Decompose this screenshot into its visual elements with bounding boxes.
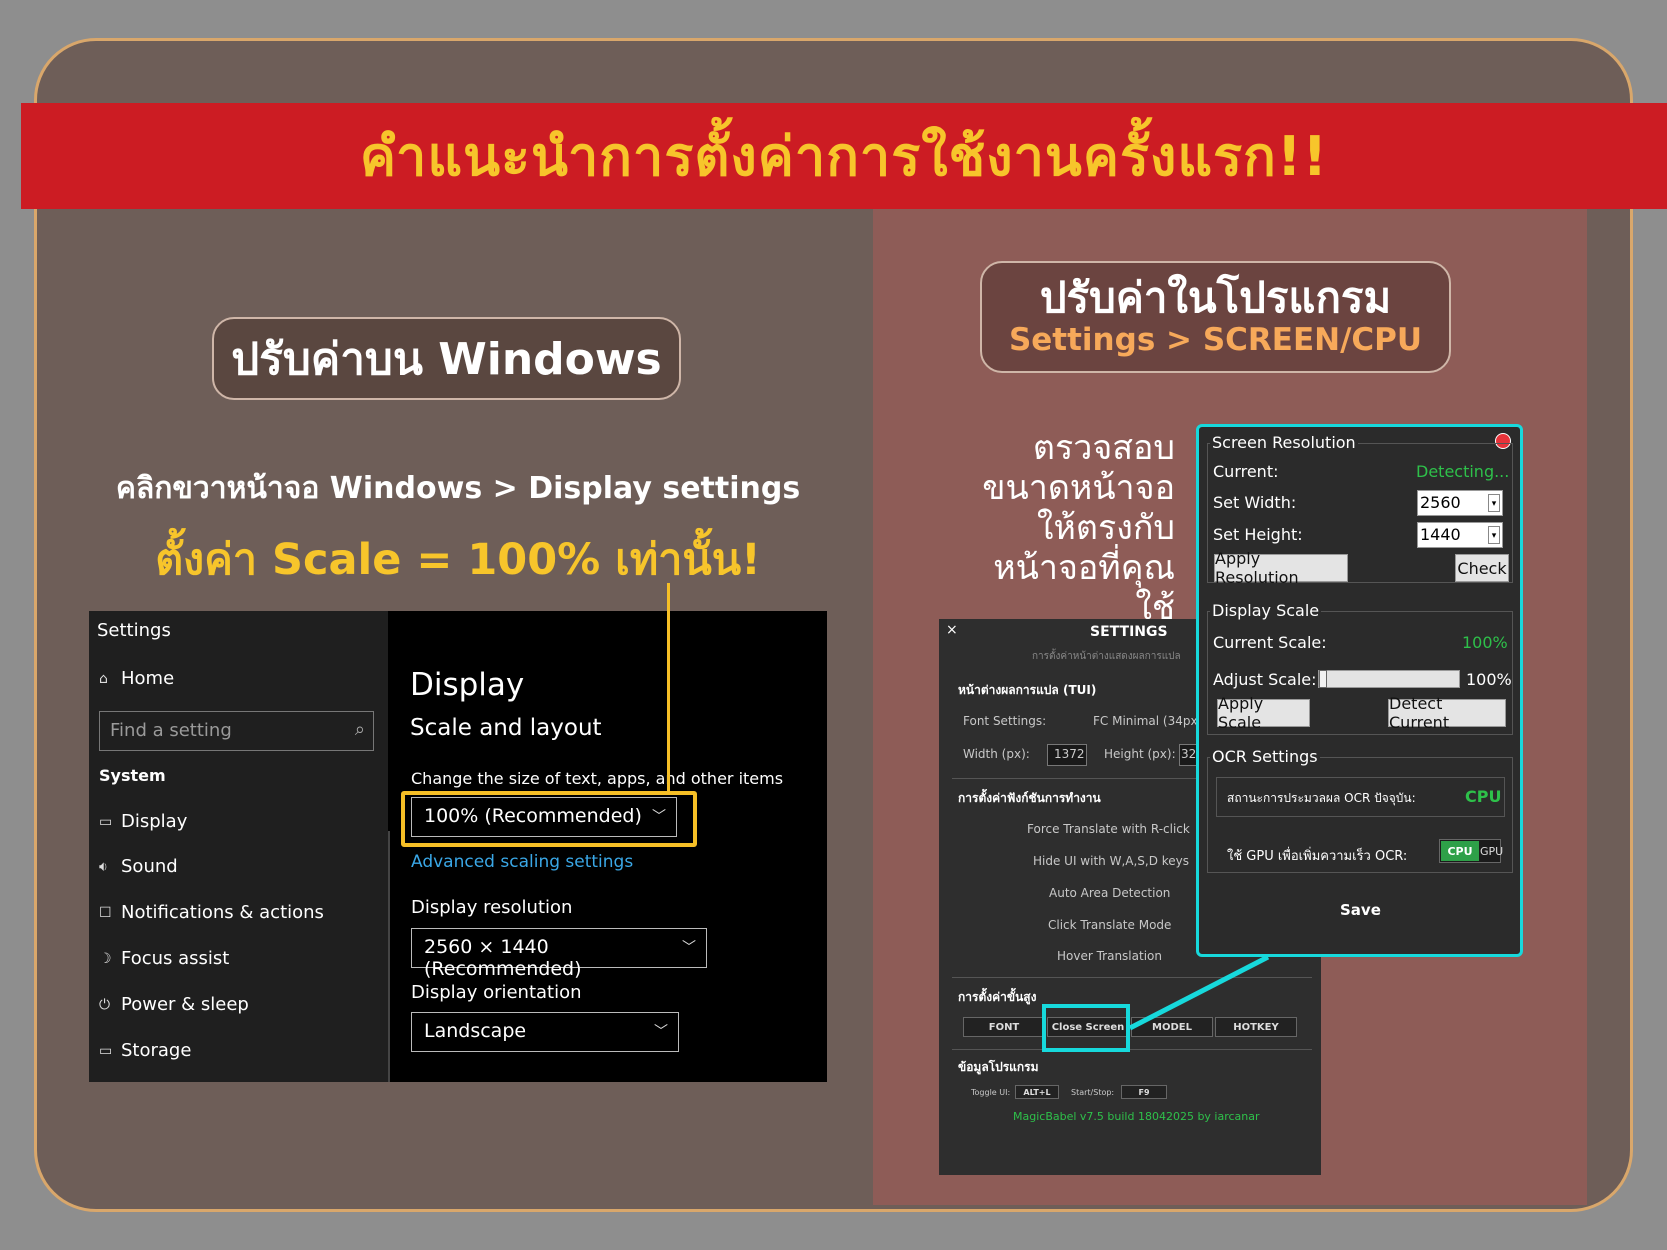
current-scale-value: 100% [1462,633,1508,652]
ocr-group-label: OCR Settings [1210,747,1320,766]
toggle-cpu-option[interactable]: CPU [1441,841,1479,861]
scale-group-label: Display Scale [1210,601,1322,620]
ocr-status-value: CPU [1465,787,1502,806]
adjust-scale-value: 100% [1466,670,1512,689]
current-resolution-label: Current: [1213,462,1279,481]
set-width-value: 2560 [1420,493,1461,512]
gpu-label: ใช้ GPU เพื่อเพิ่มความเร็ว OCR: [1227,849,1408,864]
current-resolution-value: Detecting... [1416,462,1510,481]
cpu-gpu-toggle[interactable]: CPU GPU [1439,839,1503,863]
set-height-value: 1440 [1420,525,1461,544]
apply-resolution-button[interactable]: Apply Resolution [1214,549,1348,587]
set-height-label: Set Height: [1213,525,1303,544]
current-scale-label: Current Scale: [1213,633,1327,652]
screen-cpu-popup: Screen Resolution Current: Detecting... … [1196,424,1523,957]
spinner-icon[interactable]: ▾ [1488,494,1500,512]
apply-scale-button[interactable]: Apply Scale [1217,694,1310,732]
toggle-gpu-option[interactable]: GPU [1480,845,1503,858]
detect-current-button[interactable]: Detect Current [1388,694,1506,732]
check-button[interactable]: Check [1455,554,1509,582]
resolution-group-label: Screen Resolution [1210,433,1358,452]
ocr-status-label: สถานะการประมวลผล OCR ปัจจุบัน: [1227,791,1416,805]
adjust-scale-label: Adjust Scale: [1213,670,1317,689]
scale-slider[interactable] [1318,670,1460,688]
save-button[interactable]: Save [1340,901,1381,919]
spinner-icon[interactable]: ▾ [1488,526,1500,544]
close-screen-highlight [1042,1004,1130,1052]
slider-thumb[interactable] [1319,670,1327,688]
cyan-connector-line [1128,954,1270,1031]
set-height-field[interactable]: 1440 ▾ [1417,522,1503,548]
set-width-label: Set Width: [1213,493,1297,512]
set-width-field[interactable]: 2560 ▾ [1417,490,1503,516]
